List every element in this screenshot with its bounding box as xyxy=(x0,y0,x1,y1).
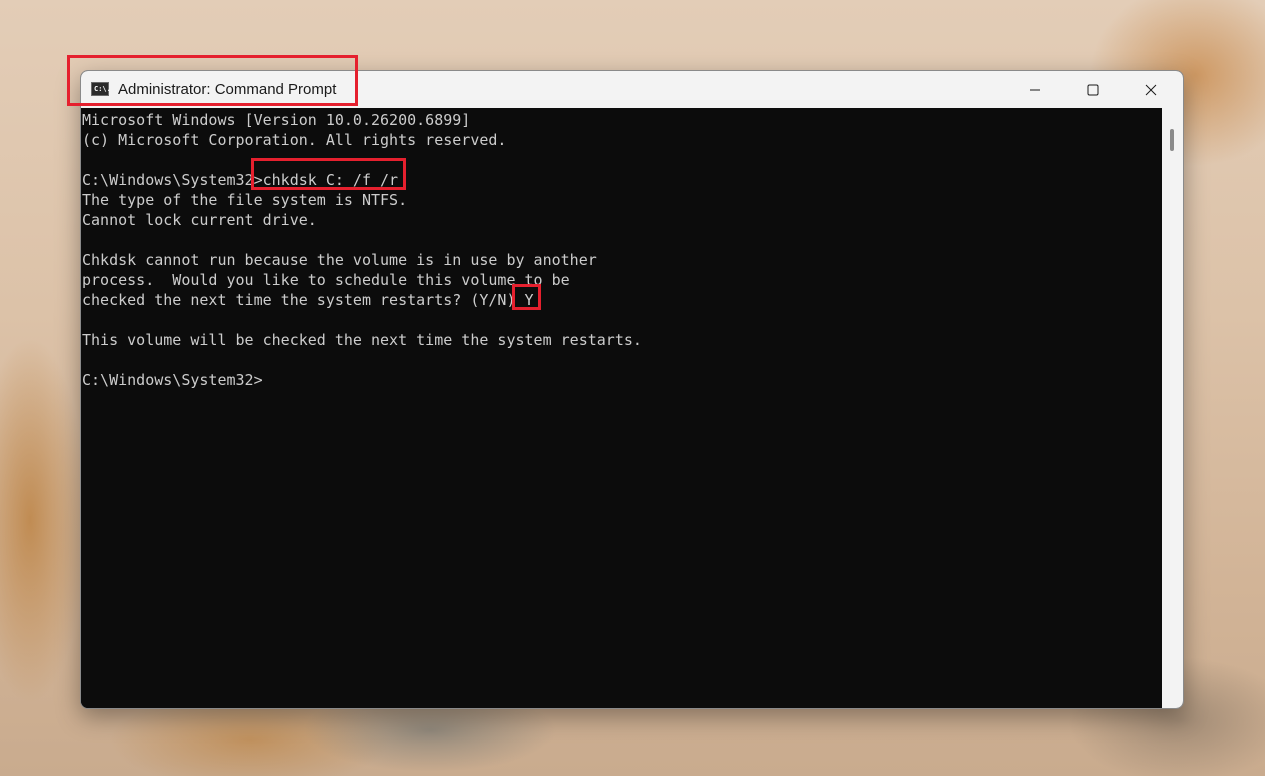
terminal-line: Microsoft Windows [Version 10.0.26200.68… xyxy=(82,111,471,129)
terminal-output[interactable]: Microsoft Windows [Version 10.0.26200.68… xyxy=(81,108,1162,708)
terminal-line: checked the next time the system restart… xyxy=(82,291,534,309)
scrollbar-thumb[interactable] xyxy=(1170,129,1174,151)
close-button[interactable] xyxy=(1122,71,1180,108)
terminal-line: process. Would you like to schedule this… xyxy=(82,271,570,289)
vertical-scrollbar[interactable] xyxy=(1162,108,1183,708)
terminal-line: C:\Windows\System32>chkdsk C: /f /r xyxy=(82,171,399,189)
terminal-line: (c) Microsoft Corporation. All rights re… xyxy=(82,131,507,149)
title-highlight-box xyxy=(67,55,358,106)
terminal-line: Cannot lock current drive. xyxy=(82,211,317,229)
close-icon xyxy=(1145,84,1157,95)
command-highlight-box xyxy=(251,158,406,190)
maximize-button[interactable] xyxy=(1064,71,1122,108)
maximize-icon xyxy=(1087,84,1099,95)
command-prompt-window: C:\. Administrator: Command Prompt Micro… xyxy=(80,70,1184,709)
answer-highlight-box xyxy=(512,284,541,310)
terminal-line: Chkdsk cannot run because the volume is … xyxy=(82,251,597,269)
terminal-line: The type of the file system is NTFS. xyxy=(82,191,408,209)
minimize-button[interactable] xyxy=(1006,71,1064,108)
terminal-prompt-line: C:\Windows\System32> xyxy=(82,371,263,389)
terminal-line: This volume will be checked the next tim… xyxy=(82,331,642,349)
minimize-icon xyxy=(1030,89,1040,90)
